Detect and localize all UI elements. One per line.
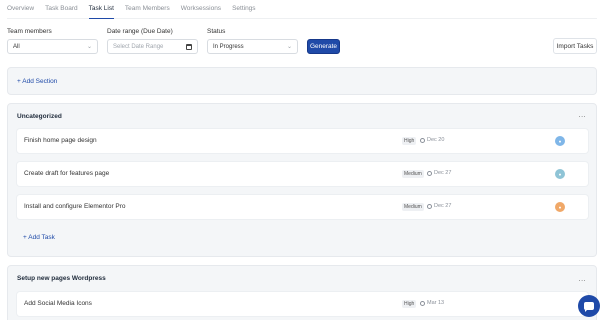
chevron-down-icon: ⌄ xyxy=(286,44,292,50)
filter-bar: Team members All ⌄ Date range (Due Date)… xyxy=(7,28,597,58)
date-range-label: Date range (Due Date) xyxy=(107,28,173,35)
add-section-button[interactable]: + Add Section xyxy=(17,78,57,85)
add-section-card: + Add Section xyxy=(7,67,597,95)
status-value: In Progress xyxy=(213,43,244,50)
task-title: Install and configure Elementor Pro xyxy=(24,203,126,210)
tab-worksessions[interactable]: Worksessions xyxy=(181,0,221,19)
task-row[interactable]: Create draft for features page Medium De… xyxy=(17,162,588,186)
chat-button[interactable] xyxy=(578,295,600,317)
tab-task-list[interactable]: Task List xyxy=(88,0,114,19)
chevron-down-icon: ⌄ xyxy=(86,44,92,50)
tab-overview[interactable]: Overview xyxy=(7,0,34,19)
calendar-icon[interactable] xyxy=(186,43,192,50)
team-members-label: Team members xyxy=(7,28,52,35)
clock-icon xyxy=(427,203,432,209)
task-title: Add Social Media Icons xyxy=(24,300,92,307)
section-uncategorized: Uncategorized ... Finish home page desig… xyxy=(7,103,597,257)
task-title: Create draft for features page xyxy=(24,170,110,177)
generate-button[interactable]: Generate xyxy=(307,39,340,54)
due-date: Dec 20 xyxy=(420,137,444,143)
clock-icon xyxy=(427,170,432,176)
tab-task-board[interactable]: Task Board xyxy=(45,0,78,19)
avatar[interactable]: ● xyxy=(555,169,565,179)
clock-icon xyxy=(420,137,425,143)
chat-bubble-icon xyxy=(584,302,594,312)
tab-bar: Overview Task Board Task List Team Membe… xyxy=(7,0,597,19)
section-menu-icon[interactable]: ... xyxy=(579,112,586,119)
due-date: Mar 13 xyxy=(420,300,444,306)
due-date-text: Dec 20 xyxy=(427,137,445,143)
team-members-select[interactable]: All ⌄ xyxy=(7,39,98,54)
due-date-text: Dec 27 xyxy=(434,170,452,176)
avatar[interactable]: ● xyxy=(555,202,565,212)
due-date: Dec 27 xyxy=(427,203,451,209)
task-row[interactable]: Install and configure Elementor Pro Medi… xyxy=(17,195,588,219)
avatar[interactable]: ● xyxy=(555,136,565,146)
tab-team-members[interactable]: Team Members xyxy=(125,0,170,19)
import-tasks-button[interactable]: Import Tasks xyxy=(553,38,597,54)
due-date-text: Dec 27 xyxy=(434,203,452,209)
task-row[interactable]: Add Social Media Icons High Mar 13 xyxy=(17,292,588,316)
section-menu-icon[interactable]: ... xyxy=(579,276,586,283)
clock-icon xyxy=(420,300,425,306)
due-date: Dec 27 xyxy=(427,170,451,176)
due-date-text: Mar 13 xyxy=(427,300,445,306)
priority-badge: Medium xyxy=(402,203,424,211)
date-range-input[interactable]: Select Date Range xyxy=(107,39,198,54)
task-row[interactable]: Finish home page design High Dec 20 ● xyxy=(17,129,588,153)
status-label: Status xyxy=(207,28,226,35)
section-title: Uncategorized xyxy=(17,113,62,120)
priority-badge: High xyxy=(402,300,417,308)
priority-badge: High xyxy=(402,137,417,145)
team-members-value: All xyxy=(13,43,20,50)
section-setup-wordpress: Setup new pages Wordpress ... Add Social… xyxy=(7,265,597,320)
priority-badge: Medium xyxy=(402,170,424,178)
tab-settings[interactable]: Settings xyxy=(232,0,256,19)
task-title: Finish home page design xyxy=(24,137,97,144)
section-title: Setup new pages Wordpress xyxy=(17,275,106,282)
date-range-placeholder: Select Date Range xyxy=(113,43,164,50)
status-select[interactable]: In Progress ⌄ xyxy=(207,39,298,54)
add-task-button[interactable]: + Add Task xyxy=(23,234,55,241)
